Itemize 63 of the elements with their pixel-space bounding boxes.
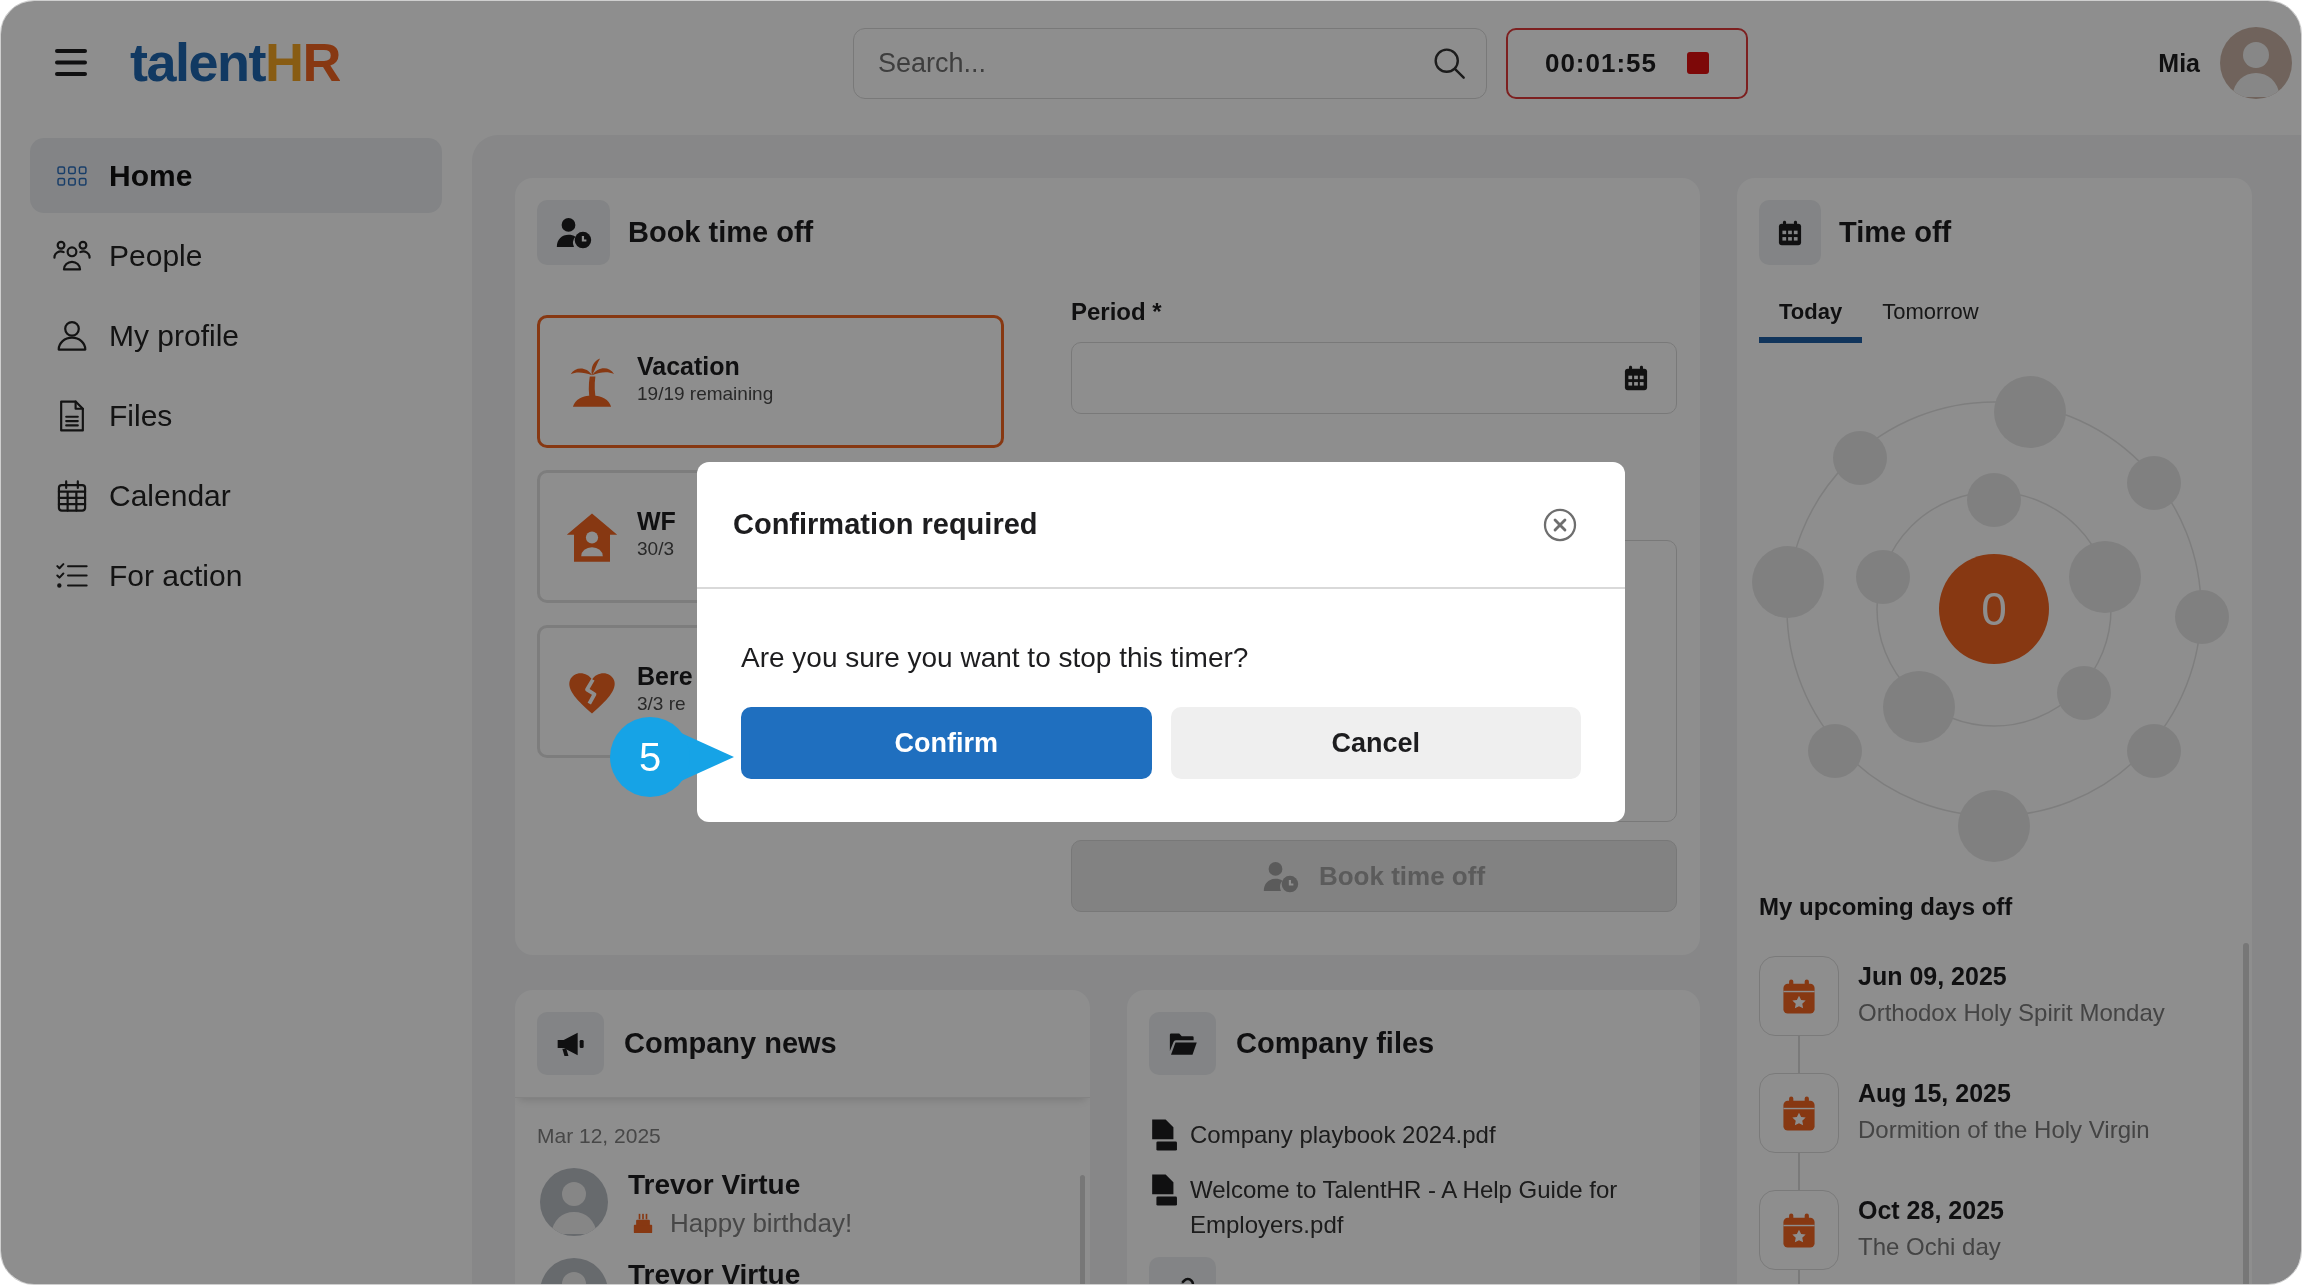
post-author: Trevor Virtue xyxy=(628,1168,801,1202)
pdf-file-icon xyxy=(1149,1118,1178,1152)
count-badge: 0 xyxy=(1939,554,2049,664)
date-field[interactable] xyxy=(1071,342,1677,414)
stop-icon[interactable] xyxy=(1687,52,1710,74)
timer-button[interactable]: 00:01:55 xyxy=(1506,27,1748,99)
grid-icon xyxy=(57,165,87,186)
post-message: Happy birthday! xyxy=(670,1207,853,1240)
person-icon xyxy=(57,320,87,351)
pdf-file-icon xyxy=(1149,1173,1178,1207)
user-name: Mia xyxy=(2158,48,2200,78)
leave-remaining: 19/19 remaining xyxy=(637,383,774,405)
field-label: Period * xyxy=(1071,297,1162,327)
post-author: Trevor Virtue xyxy=(628,1258,801,1284)
leave-type-name: WF xyxy=(637,507,676,535)
card-title: Company news xyxy=(624,1027,837,1060)
checklist-icon xyxy=(56,562,88,589)
search-field[interactable]: Search... xyxy=(853,27,1487,99)
logo[interactable]: talentHR xyxy=(130,33,341,93)
cancel-button[interactable]: Cancel xyxy=(1170,707,1581,779)
sidebar-item[interactable]: For action xyxy=(30,538,442,613)
sidebar-item[interactable]: People xyxy=(30,218,442,293)
card-title: Time off xyxy=(1839,216,1952,249)
calendar-icon xyxy=(1759,200,1821,265)
dialog-title: Confirmation required xyxy=(733,508,1038,541)
file-link[interactable]: Company playbook 2024.pdf xyxy=(1190,1117,1496,1152)
scrollbar[interactable] xyxy=(2243,943,2249,1284)
section-heading: My upcoming days off xyxy=(1759,892,2013,922)
user-clock-icon xyxy=(537,200,610,265)
tab[interactable]: Tomorrow xyxy=(1862,265,1999,343)
people-icon xyxy=(53,240,91,271)
day-off-name: Orthodox Holy Spirit Monday xyxy=(1858,998,2165,1028)
tab[interactable]: Today xyxy=(1759,265,1863,343)
leave-type-name: Vacation xyxy=(637,352,740,380)
cake-icon xyxy=(632,1212,654,1234)
sidebar-item[interactable]: Calendar xyxy=(30,458,442,533)
calendar-icon xyxy=(57,479,87,512)
megaphone-icon xyxy=(537,1012,604,1075)
card-title: Company files xyxy=(1236,1027,1435,1060)
menu-icon[interactable] xyxy=(55,49,87,77)
sidebar-item[interactable]: Home xyxy=(30,138,442,213)
user-clock-icon xyxy=(1262,859,1299,893)
dialog-message: Are you sure you want to stop this timer? xyxy=(741,641,1249,675)
calendar-icon[interactable] xyxy=(1622,364,1650,392)
document-icon xyxy=(59,399,85,432)
news-date: Mar 12, 2025 xyxy=(537,1124,661,1148)
day-off-name: The Ochi day xyxy=(1858,1232,2001,1262)
day-off-name: Dormition of the Holy Virgin xyxy=(1858,1115,2150,1145)
sidebar-item[interactable]: My profile xyxy=(30,298,442,373)
file-link[interactable]: Welcome to TalentHR - A Help Guide for Employers.pdf xyxy=(1190,1172,1660,1242)
leave-type-name: Bere xyxy=(637,662,693,690)
leave-type-card[interactable]: Vacation 19/19 remaining xyxy=(537,315,1004,448)
folder-icon xyxy=(1149,1012,1216,1075)
card-title: Book time off xyxy=(628,216,814,249)
sidebar-item[interactable]: Files xyxy=(30,378,442,453)
close-icon[interactable] xyxy=(1543,507,1577,542)
leave-remaining: 30/3 xyxy=(637,538,674,560)
confirm-button[interactable]: Confirm xyxy=(741,707,1152,779)
day-off-date: Oct 28, 2025 xyxy=(1858,1195,2004,1226)
day-off-date: Jun 09, 2025 xyxy=(1858,961,2007,992)
leave-remaining: 3/3 re xyxy=(637,693,686,715)
search-icon[interactable] xyxy=(1433,46,1465,79)
day-off-date: Aug 15, 2025 xyxy=(1858,1078,2011,1109)
